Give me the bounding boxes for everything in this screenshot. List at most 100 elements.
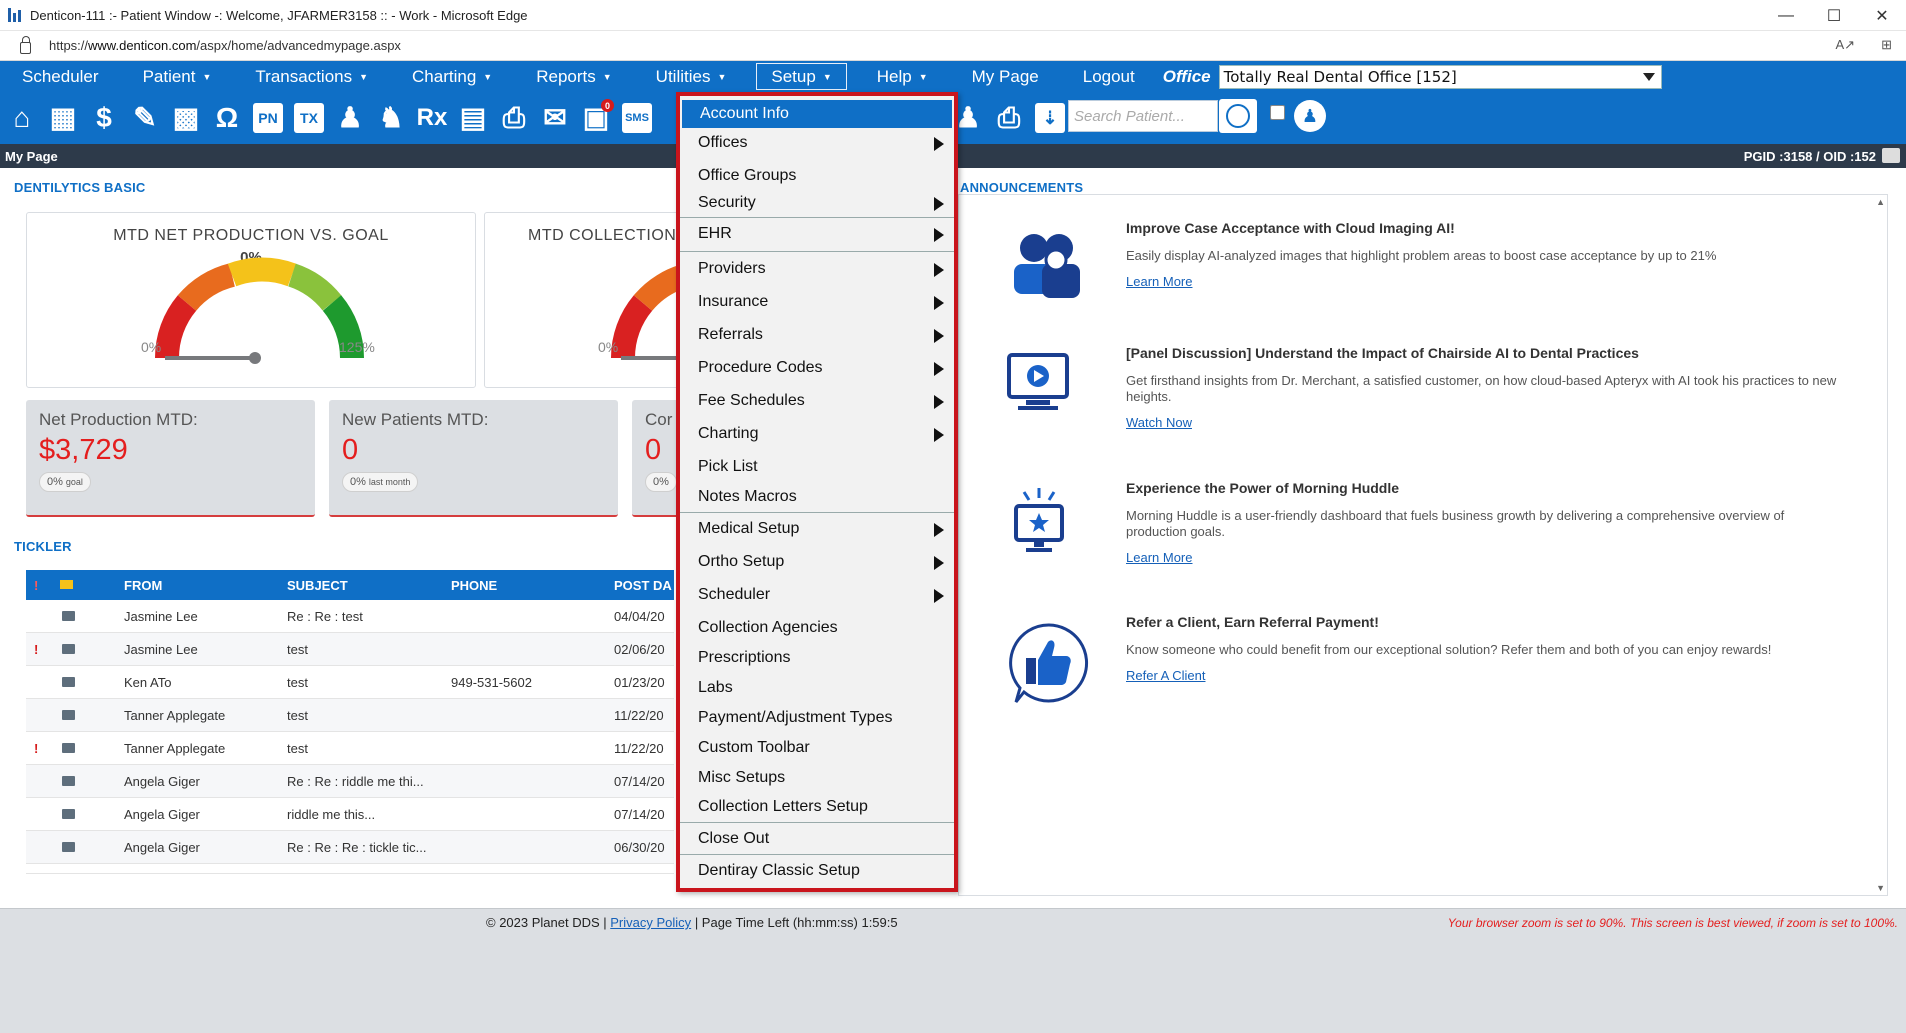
- caret-down-icon: ▼: [202, 71, 212, 82]
- progress-notes-icon[interactable]: PN: [250, 99, 286, 137]
- mail-icon[interactable]: ✉: [537, 99, 573, 137]
- message-icon[interactable]: ▣ 0: [578, 99, 614, 137]
- scroll-up-icon[interactable]: ▲: [1876, 197, 1885, 207]
- table-row[interactable]: Jasmine Lee Re : Re : Re : Re : 06/28/20: [26, 864, 674, 874]
- setup-menu-item-procedure-codes[interactable]: Procedure Codes: [680, 354, 954, 382]
- announcement-link[interactable]: Learn More: [1126, 550, 1192, 565]
- setup-menu-item-ortho-setup[interactable]: Ortho Setup: [680, 548, 954, 576]
- table-row[interactable]: Angela Giger Re : Re : riddle me thi... 07…: [26, 765, 674, 798]
- add-family-icon[interactable]: ♞: [373, 99, 409, 137]
- prescription-icon[interactable]: Rx: [414, 99, 450, 137]
- chevron-down-icon[interactable]: ⇣: [1032, 99, 1068, 137]
- col-subject[interactable]: SUBJECT: [287, 578, 348, 593]
- menu-help[interactable]: Help ▼: [855, 61, 950, 92]
- maximize-button[interactable]: ☐: [1810, 0, 1858, 31]
- announcement-link[interactable]: Watch Now: [1126, 415, 1192, 430]
- setup-menu-item-account-info[interactable]: Account Info: [682, 100, 952, 128]
- address-bar[interactable]: https://www.denticon.com/aspx/home/advan…: [0, 31, 1906, 61]
- group-search-button[interactable]: ♟: [1290, 99, 1330, 133]
- menu-separator: [680, 822, 954, 823]
- home-icon[interactable]: ⌂: [4, 99, 40, 137]
- setup-menu-item-charting[interactable]: Charting: [680, 420, 954, 448]
- menu-charting[interactable]: Charting ▼: [390, 61, 514, 92]
- setup-menu-item-offices[interactable]: Offices: [680, 129, 954, 157]
- col-from[interactable]: FROM: [124, 578, 162, 593]
- kpi-value: 0: [645, 434, 662, 466]
- setup-menu-item-custom-toolbar[interactable]: Custom Toolbar: [680, 734, 954, 762]
- setup-menu-item-notes-macros[interactable]: Notes Macros: [680, 483, 954, 511]
- setup-menu-item-dentiray-classic-setup[interactable]: Dentiray Classic Setup: [680, 857, 954, 885]
- read-aloud-icon[interactable]: A↗: [1836, 37, 1856, 53]
- col-post-date[interactable]: POST DA: [614, 578, 672, 593]
- setup-menu-item-collection-letters-setup[interactable]: Collection Letters Setup: [680, 793, 954, 821]
- setup-menu-item-misc-setups[interactable]: Misc Setups: [680, 764, 954, 792]
- treatment-plan-icon[interactable]: TX: [291, 99, 327, 137]
- privacy-policy-link[interactable]: Privacy Policy: [610, 915, 691, 930]
- toolbar-checkbox[interactable]: [1270, 105, 1285, 120]
- table-row[interactable]: Ken ATo test 949-531-5602 01/23/20: [26, 666, 674, 699]
- gauge-min-label: 0%: [141, 339, 162, 355]
- gauge-card-collection: MTD COLLECTION 0%: [484, 212, 680, 388]
- search-patient-button[interactable]: [1219, 99, 1257, 133]
- search-patient-input[interactable]: Search Patient...: [1068, 100, 1218, 132]
- cell-post-date: 11/22/20: [614, 741, 664, 756]
- menu-separator: [680, 217, 954, 218]
- page-time-left: | Page Time Left (hh:mm:ss) 1:59:5: [694, 915, 898, 930]
- new-tab-icon[interactable]: ⊞: [1881, 37, 1892, 53]
- table-row[interactable]: ! Tanner Applegate test 11/22/20: [26, 732, 674, 765]
- menu-utilities[interactable]: Utilities ▼: [634, 61, 749, 92]
- menu-my-page[interactable]: My Page: [950, 61, 1061, 92]
- teeth-icon[interactable]: Ω: [209, 99, 245, 137]
- setup-menu-item-insurance[interactable]: Insurance: [680, 288, 954, 316]
- menu-logout[interactable]: Logout: [1061, 61, 1157, 92]
- setup-menu-item-close-out[interactable]: Close Out: [680, 825, 954, 853]
- office-label: Office: [1162, 66, 1211, 86]
- scroll-down-icon[interactable]: ▼: [1876, 883, 1885, 893]
- cell-from: Angela Giger: [124, 840, 200, 855]
- page-ids: PGID :3158 / OID :152: [1743, 148, 1876, 164]
- printer-icon[interactable]: ⎙: [991, 99, 1027, 137]
- announcement-body: Get firsthand insights from Dr. Merchant…: [1126, 373, 1837, 404]
- sms-icon[interactable]: SMS: [619, 99, 655, 137]
- calendar-icon[interactable]: ▦: [45, 99, 81, 137]
- menu-setup[interactable]: Setup ▼: [756, 63, 847, 90]
- table-row[interactable]: Tanner Applegate test 11/22/20: [26, 699, 674, 732]
- tooth-icon[interactable]: ▩: [168, 99, 204, 137]
- setup-menu-item-fee-schedules[interactable]: Fee Schedules: [680, 387, 954, 415]
- table-row[interactable]: Angela Giger Re : Re : Re : tickle tic...…: [26, 831, 674, 864]
- edit-list-icon[interactable]: ✎: [127, 99, 163, 137]
- menu-scheduler[interactable]: Scheduler: [0, 61, 121, 92]
- setup-menu-item-scheduler[interactable]: Scheduler: [680, 581, 954, 609]
- announcement-link[interactable]: Refer A Client: [1126, 668, 1206, 683]
- add-patient-icon[interactable]: ♟: [332, 99, 368, 137]
- menu-patient[interactable]: Patient ▼: [121, 61, 234, 92]
- url-text[interactable]: https://www.denticon.com/aspx/home/advan…: [49, 38, 401, 53]
- col-phone[interactable]: PHONE: [451, 578, 497, 593]
- printer-doc-icon[interactable]: ⎙: [496, 99, 532, 137]
- setup-menu-item-referrals[interactable]: Referrals: [680, 321, 954, 349]
- table-row[interactable]: Jasmine Lee Re : Re : test 04/04/20: [26, 600, 674, 633]
- office-select[interactable]: Totally Real Dental Office [152]: [1218, 64, 1662, 89]
- table-row[interactable]: ! Jasmine Lee test 02/06/20: [26, 633, 674, 666]
- setup-menu-item-providers[interactable]: Providers: [680, 255, 954, 283]
- cell-from: Jasmine Lee: [124, 609, 198, 624]
- announcement-link[interactable]: Learn More: [1126, 274, 1192, 289]
- setup-menu-item-payment-adjustment-types[interactable]: Payment/Adjustment Types: [680, 704, 954, 732]
- dollar-icon[interactable]: $: [86, 99, 122, 137]
- setup-menu-item-prescriptions[interactable]: Prescriptions: [680, 644, 954, 672]
- cell-from: Tanner Applegate: [124, 708, 226, 723]
- menu-reports[interactable]: Reports ▼: [514, 61, 633, 92]
- setup-menu-item-security[interactable]: Security: [680, 189, 954, 217]
- close-window-button[interactable]: ✕: [1858, 0, 1906, 31]
- setup-menu-item-office-groups[interactable]: Office Groups: [680, 162, 954, 190]
- print-icon[interactable]: [1882, 148, 1900, 163]
- minimize-button[interactable]: —: [1762, 0, 1810, 31]
- setup-menu-item-collection-agencies[interactable]: Collection Agencies: [680, 614, 954, 642]
- setup-menu-item-pick-list[interactable]: Pick List: [680, 453, 954, 481]
- table-row[interactable]: Angela Giger riddle me this... 07/14/20: [26, 798, 674, 831]
- setup-menu-item-labs[interactable]: Labs: [680, 674, 954, 702]
- setup-menu-item-medical-setup[interactable]: Medical Setup: [680, 515, 954, 543]
- document-icon[interactable]: ▤: [455, 99, 491, 137]
- setup-menu-item-ehr[interactable]: EHR: [680, 220, 954, 248]
- menu-transactions[interactable]: Transactions ▼: [233, 61, 390, 92]
